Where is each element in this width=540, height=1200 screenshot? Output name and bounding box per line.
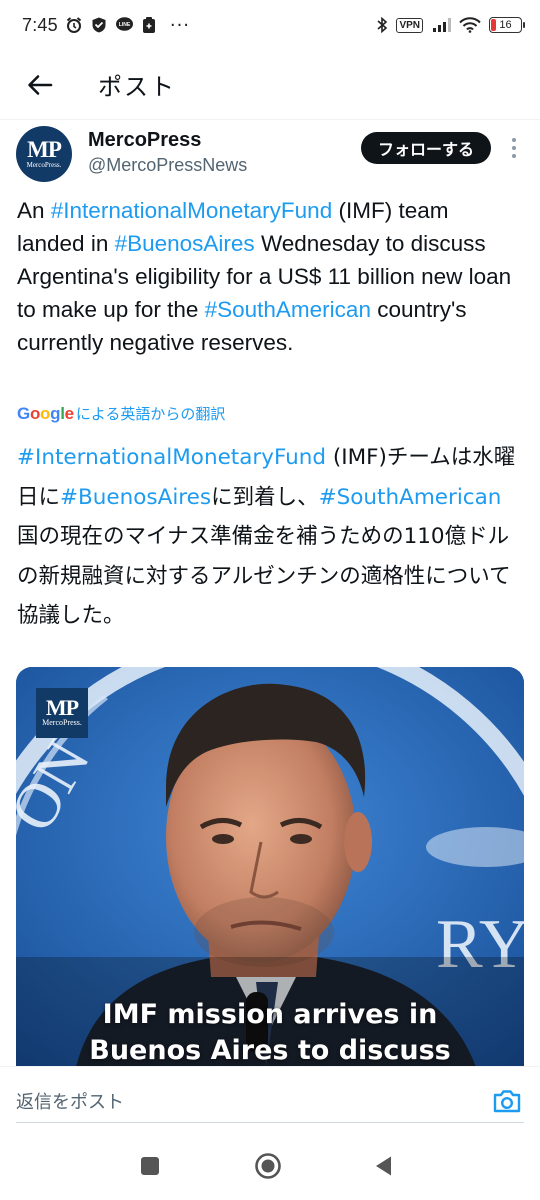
- status-right: VPN 16: [376, 16, 525, 34]
- vpn-badge: VPN: [396, 17, 423, 33]
- bluetooth-icon: [376, 16, 388, 34]
- more-options-icon[interactable]: [510, 138, 518, 158]
- svg-text:LINE: LINE: [119, 22, 131, 28]
- translation-label: による英語からの翻訳: [75, 405, 226, 423]
- arrow-left-icon: [28, 74, 53, 95]
- reply-placeholder: 返信をポスト: [16, 1091, 124, 1113]
- battery-icon: 16: [489, 17, 525, 33]
- recents-button[interactable]: [136, 1152, 164, 1180]
- author-handle[interactable]: @MercoPressNews: [88, 153, 247, 177]
- square-icon: [141, 1157, 159, 1175]
- clipboard-icon: [141, 16, 157, 34]
- page-title: ポスト: [98, 73, 176, 101]
- hashtag-link[interactable]: #SouthAmerican: [319, 485, 502, 510]
- battery-level: 16: [499, 19, 512, 31]
- status-left: 7:45 LINE ···: [22, 15, 190, 36]
- hashtag-link[interactable]: #InternationalMonetaryFund: [17, 445, 326, 470]
- follow-button[interactable]: フォローする: [360, 132, 491, 164]
- tweet-text-segment: に到着し、: [211, 484, 319, 510]
- hashtag-link[interactable]: #BuenosAires: [115, 231, 255, 256]
- translated-body: #InternationalMonetaryFund (IMF)チームは水曜日に…: [17, 438, 522, 636]
- avatar-logo-subtext: MercoPress.: [26, 161, 62, 169]
- avatar[interactable]: MP MercoPress.: [16, 126, 72, 182]
- tweet-text-segment: An: [17, 198, 51, 223]
- tweet-author-row: MP MercoPress. MercoPress @MercoPressNew…: [16, 126, 524, 186]
- tweet-text-segment: 国の現在のマイナス準備金を補うための110億ドルの新規融資に対するアルゼンチンの…: [17, 524, 511, 628]
- alarm-icon: [65, 16, 83, 34]
- back-button[interactable]: [0, 50, 80, 120]
- media-caption: IMF mission arrives in Buenos Aires to d…: [16, 997, 524, 1067]
- author-meta: MercoPress @MercoPressNews: [88, 127, 247, 177]
- back-nav-button[interactable]: [370, 1152, 398, 1180]
- media-logo-text: MP: [45, 695, 79, 720]
- triangle-back-icon: [376, 1156, 391, 1176]
- media-logo: MP MercoPress.: [36, 688, 88, 738]
- more-notifications-icon: ···: [169, 14, 191, 36]
- translation-attribution[interactable]: Google による英語からの翻訳: [17, 403, 225, 424]
- avatar-logo-text: MP: [27, 137, 62, 162]
- signal-icon: [431, 17, 451, 33]
- line-app-icon: LINE: [115, 16, 134, 34]
- author-name[interactable]: MercoPress: [88, 127, 247, 153]
- home-button[interactable]: [254, 1152, 282, 1180]
- status-time: 7:45: [22, 14, 58, 35]
- media-logo-subtext: MercoPress.: [42, 718, 82, 727]
- wifi-icon: [459, 17, 481, 33]
- tweet-media-video[interactable]: ON RY MP MercoPress. IMF mission arrives…: [16, 667, 524, 1067]
- reply-bar: 返信をポスト: [0, 1066, 540, 1132]
- tweet-body: An #InternationalMonetaryFund (IMF) team…: [17, 194, 517, 359]
- hashtag-link[interactable]: #SouthAmerican: [205, 297, 371, 322]
- camera-icon[interactable]: [492, 1088, 522, 1114]
- hashtag-link[interactable]: #InternationalMonetaryFund: [51, 198, 332, 223]
- status-bar: 7:45 LINE ··· VPN 16: [0, 0, 540, 50]
- hashtag-link[interactable]: #BuenosAires: [60, 485, 211, 510]
- system-nav-bar: [0, 1132, 540, 1200]
- media-caption-line-1: IMF mission arrives in: [102, 999, 438, 1030]
- media-caption-line-2: Buenos Aires to discuss: [89, 1035, 451, 1066]
- google-logo: Google: [17, 403, 74, 423]
- home-circle-icon: [255, 1153, 281, 1179]
- shield-icon: [90, 16, 108, 34]
- reply-input[interactable]: 返信をポスト: [16, 1079, 524, 1123]
- app-header: ポスト: [0, 50, 540, 120]
